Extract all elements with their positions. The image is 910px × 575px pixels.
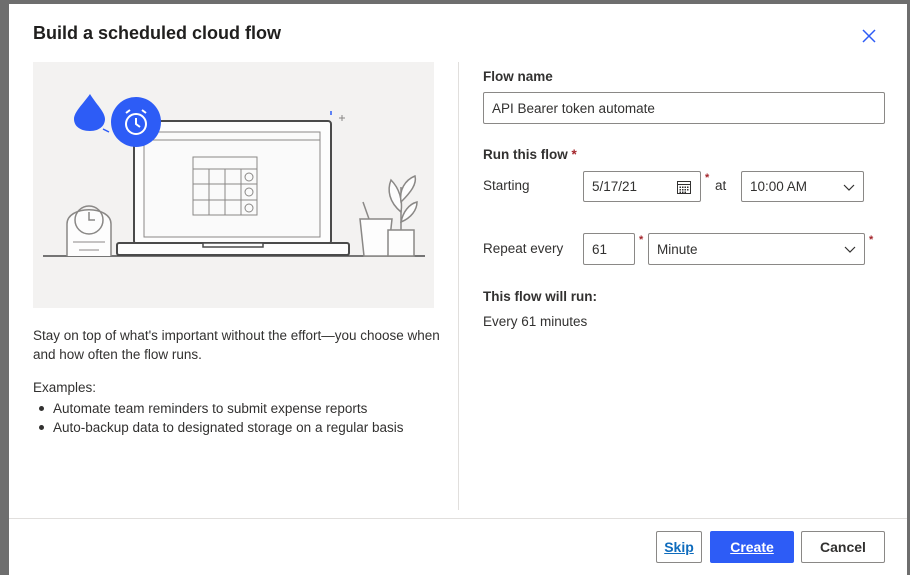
example-item: Auto-backup data to designated storage o… — [33, 418, 453, 437]
flow-name-label: Flow name — [483, 69, 553, 84]
create-button[interactable]: Create — [710, 531, 794, 563]
flow-name-input[interactable]: API Bearer token automate — [483, 92, 885, 124]
required-marker: * — [869, 234, 874, 246]
flow-will-run-label: This flow will run: — [483, 289, 597, 304]
at-label: at — [715, 178, 727, 193]
run-this-flow-label: Run this flow * — [483, 147, 577, 162]
dialog-title: Build a scheduled cloud flow — [33, 23, 282, 43]
cancel-button[interactable]: Cancel — [801, 531, 885, 563]
starting-label: Starting — [483, 178, 530, 193]
calendar-icon[interactable] — [676, 179, 692, 195]
repeat-interval-value: 61 — [592, 241, 608, 257]
repeat-unit-dropdown[interactable]: Minute — [648, 233, 865, 265]
skip-button[interactable]: Skip — [656, 531, 702, 563]
examples-title: Examples: — [33, 380, 97, 395]
required-marker: * — [571, 147, 577, 162]
required-marker: * — [705, 172, 710, 184]
schedule-summary: Every 61 minutes — [483, 314, 588, 329]
dialog-description: Stay on top of what's important without … — [33, 328, 440, 362]
close-icon[interactable] — [859, 26, 879, 46]
build-flow-dialog: Build a scheduled cloud flow Stay on top… — [9, 4, 907, 575]
start-date-picker[interactable]: 5/17/21 — [583, 171, 701, 202]
flow-name-value: API Bearer token automate — [492, 100, 655, 116]
start-time-dropdown[interactable]: 10:00 AM — [741, 171, 864, 202]
start-time-value: 10:00 AM — [750, 179, 808, 194]
scheduled-flow-illustration — [33, 62, 434, 308]
repeat-interval-input[interactable]: 61 — [583, 233, 635, 265]
vertical-divider — [458, 62, 459, 510]
required-marker: * — [639, 234, 644, 246]
chevron-down-icon — [843, 184, 855, 191]
examples-list: Automate team reminders to submit expens… — [33, 399, 453, 437]
chevron-down-icon — [844, 246, 856, 253]
repeat-every-label: Repeat every — [483, 241, 564, 256]
repeat-unit-value: Minute — [657, 241, 698, 257]
example-item: Automate team reminders to submit expens… — [33, 399, 453, 418]
start-date-value: 5/17/21 — [592, 179, 638, 194]
footer-divider — [9, 518, 907, 519]
